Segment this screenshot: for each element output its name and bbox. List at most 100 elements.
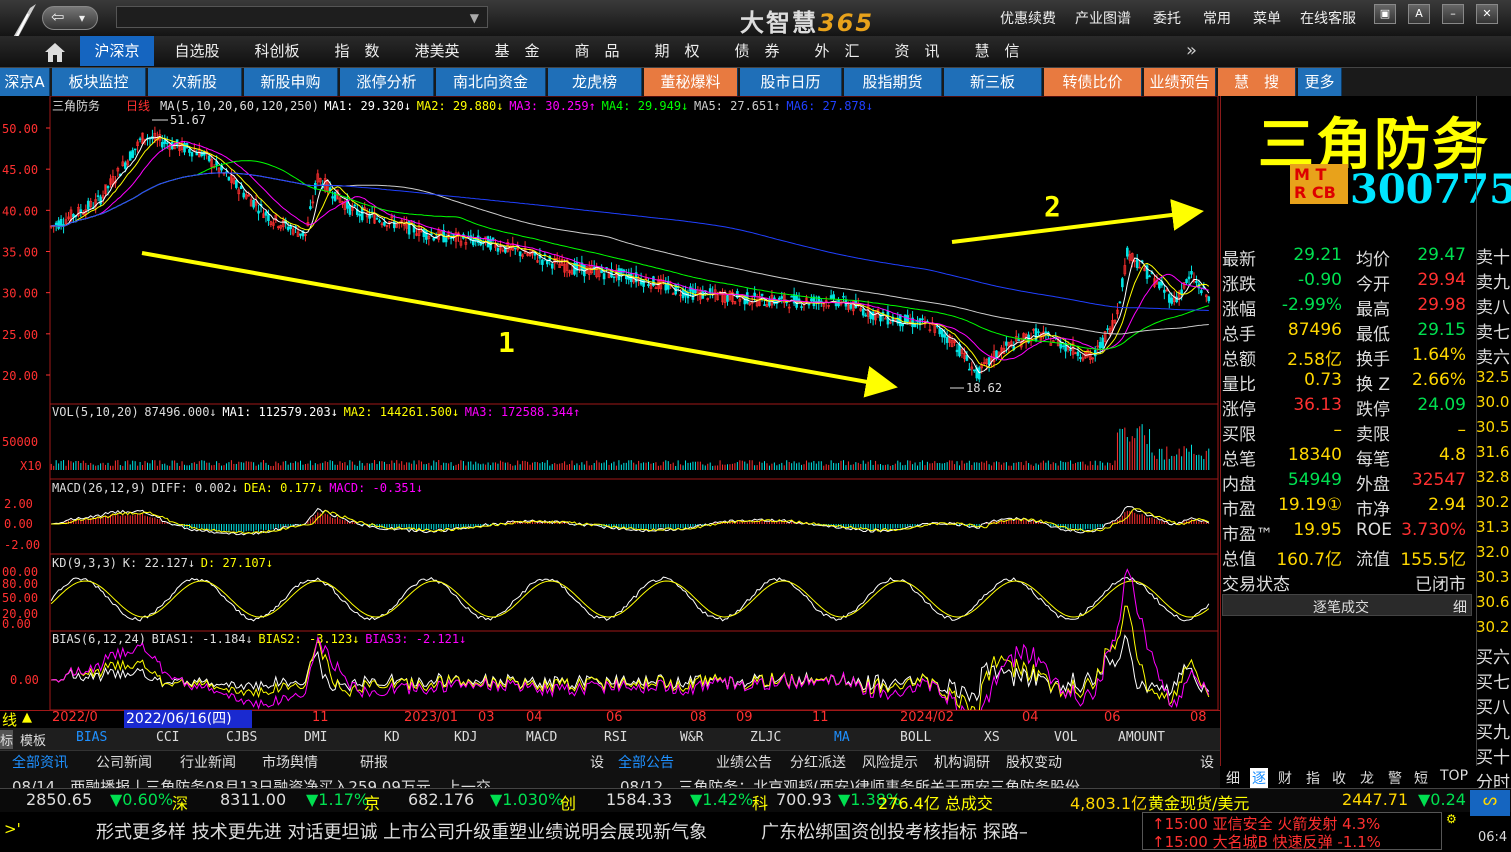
news-tab-5[interactable]: 设 [590, 752, 604, 772]
index-value[interactable]: 8311.00 [220, 790, 286, 809]
quote-bottom-tab-0[interactable]: 细 [1224, 768, 1242, 788]
quote-bottom-tab-6[interactable]: 警 [1386, 768, 1404, 788]
app-badge-icon[interactable]: ᔕ [1470, 790, 1510, 816]
close-icon[interactable]: ✕ [1476, 4, 1498, 24]
line-toggle-icon[interactable]: ▲ [22, 710, 32, 725]
tick-detail-button[interactable]: 细 [1453, 597, 1467, 617]
nav-tab-8[interactable]: 债 券 [720, 36, 794, 66]
nav-tab-2[interactable]: 科创板 [240, 36, 314, 66]
indicator-tab-7[interactable]: KDJ [454, 730, 477, 745]
indicator-tab-12[interactable]: MA [834, 730, 850, 745]
menu-service[interactable]: 在线客服 [1300, 8, 1356, 28]
home-icon[interactable] [42, 40, 68, 64]
announcement-tab-6[interactable]: 设 [1200, 752, 1214, 772]
indicator-tab-14[interactable]: XS [984, 730, 1000, 745]
quote-bottom-tab-3[interactable]: 指 [1304, 768, 1322, 788]
nav-tab-0[interactable]: 沪深京 [80, 36, 154, 66]
quote-bottom-tab-1[interactable]: 逐 [1250, 768, 1268, 788]
more-tabs-icon[interactable]: » [1186, 40, 1197, 61]
indicator-tab-5[interactable]: DMI [304, 730, 327, 745]
kline-chart-area[interactable]: 50.00 45.00 40.00 35.00 30.00 25.00 20.00 三角防务日… [0, 96, 1220, 710]
announcement-tab-5[interactable]: 股权变动 [1006, 752, 1062, 772]
back-arrow-icon[interactable]: ⇦ [51, 7, 64, 26]
search-input[interactable]: ▼ [116, 6, 488, 28]
news-tab-1[interactable]: 公司新闻 [96, 752, 152, 772]
indicator-tab-3[interactable]: CCI [156, 730, 179, 745]
indicator-tab-11[interactable]: ZLJC [750, 730, 781, 745]
indicator-tab-1[interactable]: 模板 [20, 730, 46, 749]
quote-bottom-tab-8[interactable]: TOP [1438, 768, 1470, 784]
minimize-icon[interactable]: – [1442, 4, 1464, 24]
sub-tab-14[interactable]: 更多 [1298, 68, 1342, 96]
gold-label[interactable]: 黄金现货/美元 [1148, 790, 1249, 814]
sub-tab-11[interactable]: 转债比价 [1044, 68, 1142, 96]
index-value[interactable]: 2850.65 [26, 790, 92, 809]
nav-tab-5[interactable]: 基 金 [480, 36, 554, 66]
sub-tab-4[interactable]: 涨停分析 [340, 68, 434, 96]
sub-tab-1[interactable]: 板块监控 [52, 68, 146, 96]
announcement-tab-2[interactable]: 分红派送 [790, 752, 846, 772]
line-label[interactable]: 线 [2, 709, 17, 730]
tick-trades-header[interactable]: 逐笔成交 细 [1222, 594, 1472, 616]
menu-common[interactable]: 常用 [1203, 8, 1231, 28]
quote-bottom-tab-7[interactable]: 短 [1412, 768, 1430, 788]
news-headline-left[interactable]: 08/14 两融播报丨三角防务08月13日融资净买入259.09万元，上一交 [12, 776, 592, 788]
indicator-tab-0[interactable]: 标 [0, 730, 14, 749]
sub-tab-13[interactable]: 慧 搜 [1218, 68, 1296, 96]
quote-bottom-tab-4[interactable]: 收 [1330, 768, 1348, 788]
indicator-tab-10[interactable]: W&R [680, 730, 703, 745]
sub-tab-0[interactable]: 深京A [0, 68, 50, 96]
news-tab-4[interactable]: 研报 [360, 752, 388, 772]
menu-industry-map[interactable]: 产业图谱 [1075, 8, 1131, 28]
nav-tab-7[interactable]: 期 权 [640, 36, 714, 66]
sub-tab-10[interactable]: 新三板 [944, 68, 1042, 96]
sub-tab-9[interactable]: 股指期货 [844, 68, 942, 96]
ticker-text[interactable]: 形式更多样 技术更先进 对话更坦诚 上市公司升级重塑业绩说明会展现新气象 广东松… [96, 818, 1136, 844]
announcement-headline-right[interactable]: 08/12 三角防务：北京观韬(西安)律师事务所关于西安三角防务股份 [620, 776, 1216, 788]
indicator-tab-2[interactable]: BIAS [76, 730, 107, 745]
index-value[interactable]: 682.176 [408, 790, 474, 809]
indicator-tab-6[interactable]: KD [384, 730, 400, 745]
menu-renew[interactable]: 优惠续费 [1000, 8, 1056, 28]
nav-tab-11[interactable]: 慧 信 [960, 36, 1034, 66]
index-value[interactable]: 1584.33 [606, 790, 672, 809]
indicator-tab-9[interactable]: RSI [604, 730, 627, 745]
sub-tab-5[interactable]: 南北向资金 [436, 68, 546, 96]
alert-settings-icon[interactable]: ⚙ [1446, 812, 1464, 828]
announcement-tab-3[interactable]: 风险提示 [862, 752, 918, 772]
search-dropdown-icon[interactable]: ▼ [470, 11, 479, 25]
indicator-tab-15[interactable]: VOL [1054, 730, 1077, 745]
news-tab-3[interactable]: 市场舆情 [262, 752, 318, 772]
font-size-icon[interactable]: A [1408, 4, 1430, 24]
layout-icon[interactable]: ▣ [1374, 4, 1396, 24]
sub-tab-2[interactable]: 次新股 [148, 68, 242, 96]
chart-canvas[interactable]: 50.0045.0040.0035.0030.0025.0020.00三角防务日… [0, 96, 1220, 710]
nav-tab-6[interactable]: 商 品 [560, 36, 634, 66]
quote-bottom-tab-2[interactable]: 财 [1276, 768, 1294, 788]
news-tab-2[interactable]: 行业新闻 [180, 752, 236, 772]
nav-tab-10[interactable]: 资 讯 [880, 36, 954, 66]
indicator-tab-13[interactable]: BOLL [900, 730, 931, 745]
back-forward-buttons[interactable]: ⇦ ▾ [42, 6, 98, 30]
nav-tab-3[interactable]: 指 数 [320, 36, 394, 66]
alert-line-2[interactable]: ↑15:00 大名城B 快速反弹 -1.1% [1152, 831, 1381, 852]
index-value[interactable]: 700.93 [776, 790, 832, 809]
nav-tab-9[interactable]: 外 汇 [800, 36, 874, 66]
indicator-tab-4[interactable]: CJBS [226, 730, 257, 745]
menu-main[interactable]: 菜单 [1253, 8, 1281, 28]
sub-tab-7[interactable]: 董秘爆料 [644, 68, 738, 96]
indicator-tab-16[interactable]: AMOUNT [1118, 730, 1165, 745]
sub-tab-8[interactable]: 股市日历 [740, 68, 842, 96]
menu-trade[interactable]: 委托 [1153, 8, 1181, 28]
quote-bottom-tab-5[interactable]: 龙 [1358, 768, 1376, 788]
nav-tab-1[interactable]: 自选股 [160, 36, 234, 66]
sub-tab-12[interactable]: 业绩预告 [1144, 68, 1216, 96]
announcement-tab-0[interactable]: 全部公告 [618, 752, 674, 772]
sub-tab-3[interactable]: 新股申购 [244, 68, 338, 96]
indicator-tab-8[interactable]: MACD [526, 730, 557, 745]
history-dropdown-icon[interactable]: ▾ [79, 11, 85, 25]
announcement-tab-4[interactable]: 机构调研 [934, 752, 990, 772]
nav-tab-4[interactable]: 港美英 [400, 36, 474, 66]
sub-tab-6[interactable]: 龙虎榜 [548, 68, 642, 96]
announcement-tab-1[interactable]: 业绩公告 [716, 752, 772, 772]
